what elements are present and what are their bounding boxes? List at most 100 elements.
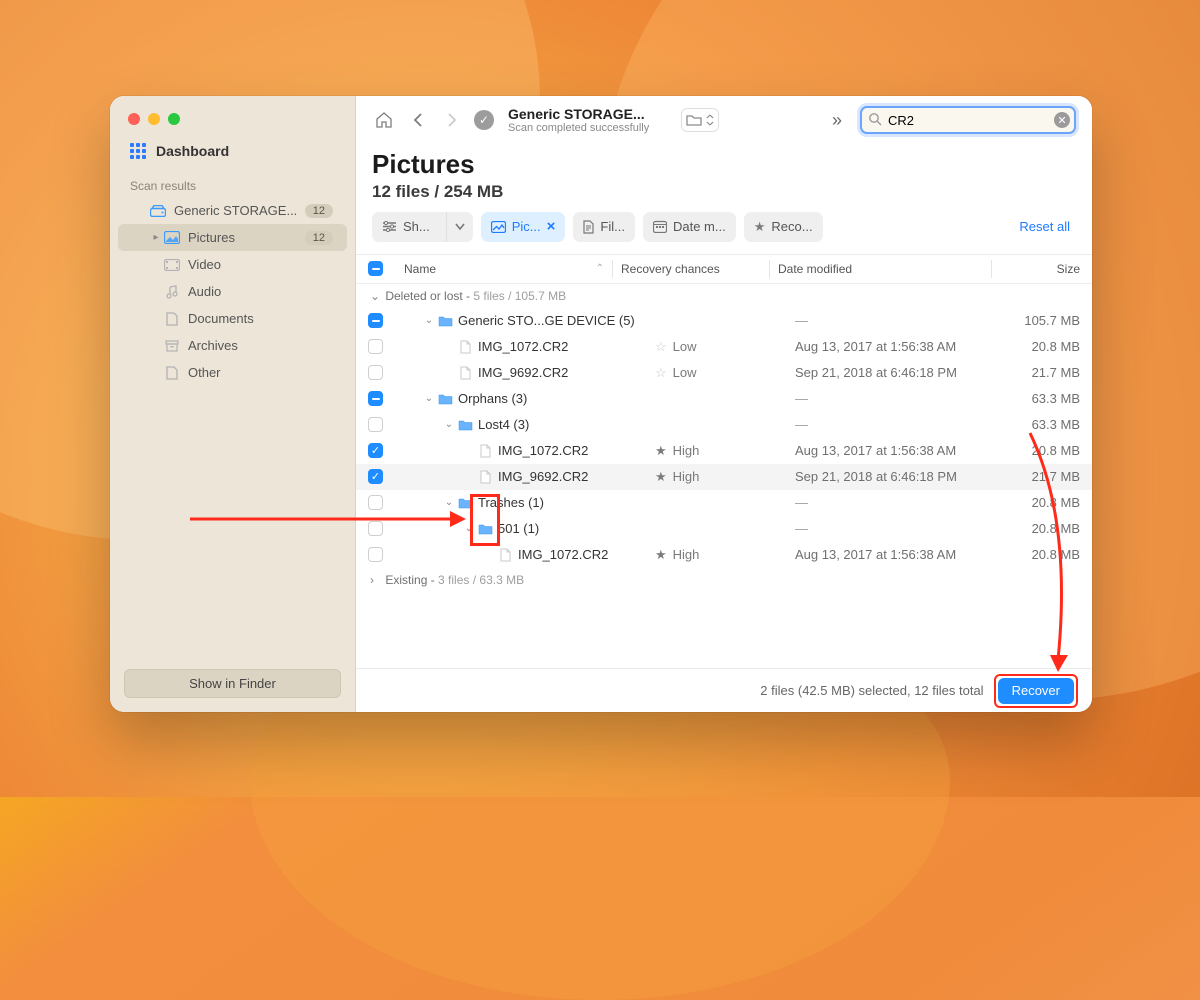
back-button[interactable] (406, 108, 430, 132)
tree-folder-row[interactable]: ⌄501 (1)—20.8 MB (356, 516, 1092, 542)
disclosure-icon[interactable]: ⌄ (442, 497, 456, 508)
count-badge: 12 (305, 204, 333, 218)
sidebar-item-pictures[interactable]: ▸ Pictures 12 (118, 224, 347, 251)
tree-file-row[interactable]: IMG_9692.CR2☆LowSep 21, 2018 at 6:46:18 … (356, 360, 1092, 386)
page-subtitle: 12 files / 254 MB (372, 182, 1076, 202)
row-checkbox[interactable] (368, 313, 383, 328)
chevron-down-icon[interactable] (446, 212, 473, 242)
image-icon (164, 231, 180, 245)
column-header-date[interactable]: Date modified (778, 262, 983, 276)
folder-picker-button[interactable] (681, 108, 719, 132)
file-size: 63.3 MB (1000, 391, 1080, 406)
tree-folder-row[interactable]: ⌄Orphans (3)—63.3 MB (356, 386, 1092, 412)
minimize-dot[interactable] (148, 113, 160, 125)
sidebar-item-documents[interactable]: Documents (118, 305, 347, 332)
document-icon (164, 312, 180, 326)
star-icon: ☆ (655, 339, 667, 355)
date-modified: Aug 13, 2017 at 1:56:38 AM (795, 339, 1000, 354)
file-tree[interactable]: ⌄ Deleted or lost - 5 files / 105.7 MB ⌄… (356, 284, 1092, 668)
select-all-checkbox[interactable] (368, 261, 383, 276)
tree-file-row[interactable]: IMG_1072.CR2☆LowAug 13, 2017 at 1:56:38 … (356, 334, 1092, 360)
tree-folder-row[interactable]: ⌄Generic STO...GE DEVICE (5)—105.7 MB (356, 308, 1092, 334)
sidebar-item-other[interactable]: Other (118, 359, 347, 386)
row-checkbox[interactable]: ✓ (368, 443, 383, 458)
forward-button[interactable] (440, 108, 464, 132)
clear-filter-icon[interactable]: × (547, 218, 556, 235)
disclosure-icon[interactable]: ⌄ (442, 419, 456, 430)
tree-folder-row[interactable]: ⌄Trashes (1)—20.8 MB (356, 490, 1092, 516)
search-icon (868, 112, 882, 126)
date-modified: — (795, 313, 1000, 328)
row-checkbox[interactable] (368, 365, 383, 380)
file-size: 20.8 MB (1000, 443, 1080, 458)
sidebar-item-label: Generic STORAGE... (174, 203, 305, 218)
sidebar-item-video[interactable]: Video (118, 251, 347, 278)
dashboard-link[interactable]: Dashboard (110, 125, 355, 171)
date-modified: Aug 13, 2017 at 1:56:38 AM (795, 547, 1000, 562)
disclosure-icon[interactable]: ⌄ (462, 523, 476, 534)
recover-button[interactable]: Recover (998, 678, 1074, 704)
folder-icon (436, 393, 454, 405)
calendar-icon (653, 220, 667, 233)
filter-pictures[interactable]: Pic... × (481, 212, 566, 242)
column-header-name[interactable]: Name ⌃ (404, 262, 604, 276)
show-in-finder-button[interactable]: Show in Finder (124, 669, 341, 698)
overflow-button[interactable]: » (824, 110, 850, 131)
row-checkbox[interactable] (368, 391, 383, 406)
folder-icon (456, 497, 474, 509)
recovery-chance: ★High (655, 469, 795, 485)
filter-show[interactable]: Sh... (372, 212, 473, 242)
disclosure-icon[interactable]: ⌄ (422, 315, 436, 326)
sidebar-item-archives[interactable]: Archives (118, 332, 347, 359)
filter-recovery[interactable]: ★ Reco... (744, 212, 823, 242)
archive-icon (164, 339, 180, 353)
drive-icon (150, 204, 166, 218)
sidebar: Dashboard Scan results Generic STORAGE..… (110, 96, 356, 712)
sliders-icon (382, 221, 397, 232)
sidebar-item-audio[interactable]: Audio (118, 278, 347, 305)
column-header-size[interactable]: Size (1000, 262, 1080, 276)
page-title: Pictures (372, 149, 1076, 180)
home-button[interactable] (372, 108, 396, 132)
row-checkbox[interactable] (368, 495, 383, 510)
count-badge: 12 (305, 231, 333, 245)
group-existing[interactable]: › Existing - 3 files / 63.3 MB (356, 568, 1092, 592)
star-icon: ★ (655, 547, 667, 563)
group-deleted[interactable]: ⌄ Deleted or lost - 5 files / 105.7 MB (356, 284, 1092, 308)
row-checkbox[interactable] (368, 417, 383, 432)
filter-label: Pic... (512, 219, 541, 234)
column-header-chance[interactable]: Recovery chances (621, 262, 761, 276)
filter-file[interactable]: Fil... (573, 212, 635, 242)
other-icon (164, 366, 180, 380)
dashboard-label: Dashboard (156, 143, 229, 159)
sort-indicator-icon: ⌃ (596, 263, 604, 274)
filter-label: Fil... (600, 219, 625, 234)
search-input[interactable] (860, 106, 1076, 134)
zoom-dot[interactable] (168, 113, 180, 125)
folder-icon (456, 419, 474, 431)
row-checkbox[interactable]: ✓ (368, 469, 383, 484)
search-field[interactable]: ✕ (860, 106, 1076, 134)
tree-folder-row[interactable]: ⌄Lost4 (3)—63.3 MB (356, 412, 1092, 438)
file-name: Trashes (1) (478, 495, 655, 510)
tree-file-row[interactable]: ✓IMG_9692.CR2★HighSep 21, 2018 at 6:46:1… (356, 464, 1092, 490)
disclosure-icon[interactable]: ⌄ (422, 393, 436, 404)
file-size: 20.8 MB (1000, 495, 1080, 510)
filter-date[interactable]: Date m... (643, 212, 736, 242)
sidebar-item-label: Documents (188, 311, 333, 326)
file-size: 20.8 MB (1000, 521, 1080, 536)
tree-file-row[interactable]: IMG_1072.CR2★HighAug 13, 2017 at 1:56:38… (356, 542, 1092, 568)
file-name: Orphans (3) (458, 391, 655, 406)
sidebar-item-storage[interactable]: Generic STORAGE... 12 (118, 197, 347, 224)
filter-label: Date m... (673, 219, 726, 234)
reset-filters-button[interactable]: Reset all (1019, 219, 1070, 234)
row-checkbox[interactable] (368, 521, 383, 536)
recovery-chance: ☆Low (655, 365, 795, 381)
close-dot[interactable] (128, 113, 140, 125)
tree-file-row[interactable]: ✓IMG_1072.CR2★HighAug 13, 2017 at 1:56:3… (356, 438, 1092, 464)
date-modified: Sep 21, 2018 at 6:46:18 PM (795, 365, 1000, 380)
main-pane: ✓ Generic STORAGE... Scan completed succ… (356, 96, 1092, 712)
star-icon: ★ (655, 443, 667, 459)
row-checkbox[interactable] (368, 547, 383, 562)
row-checkbox[interactable] (368, 339, 383, 354)
